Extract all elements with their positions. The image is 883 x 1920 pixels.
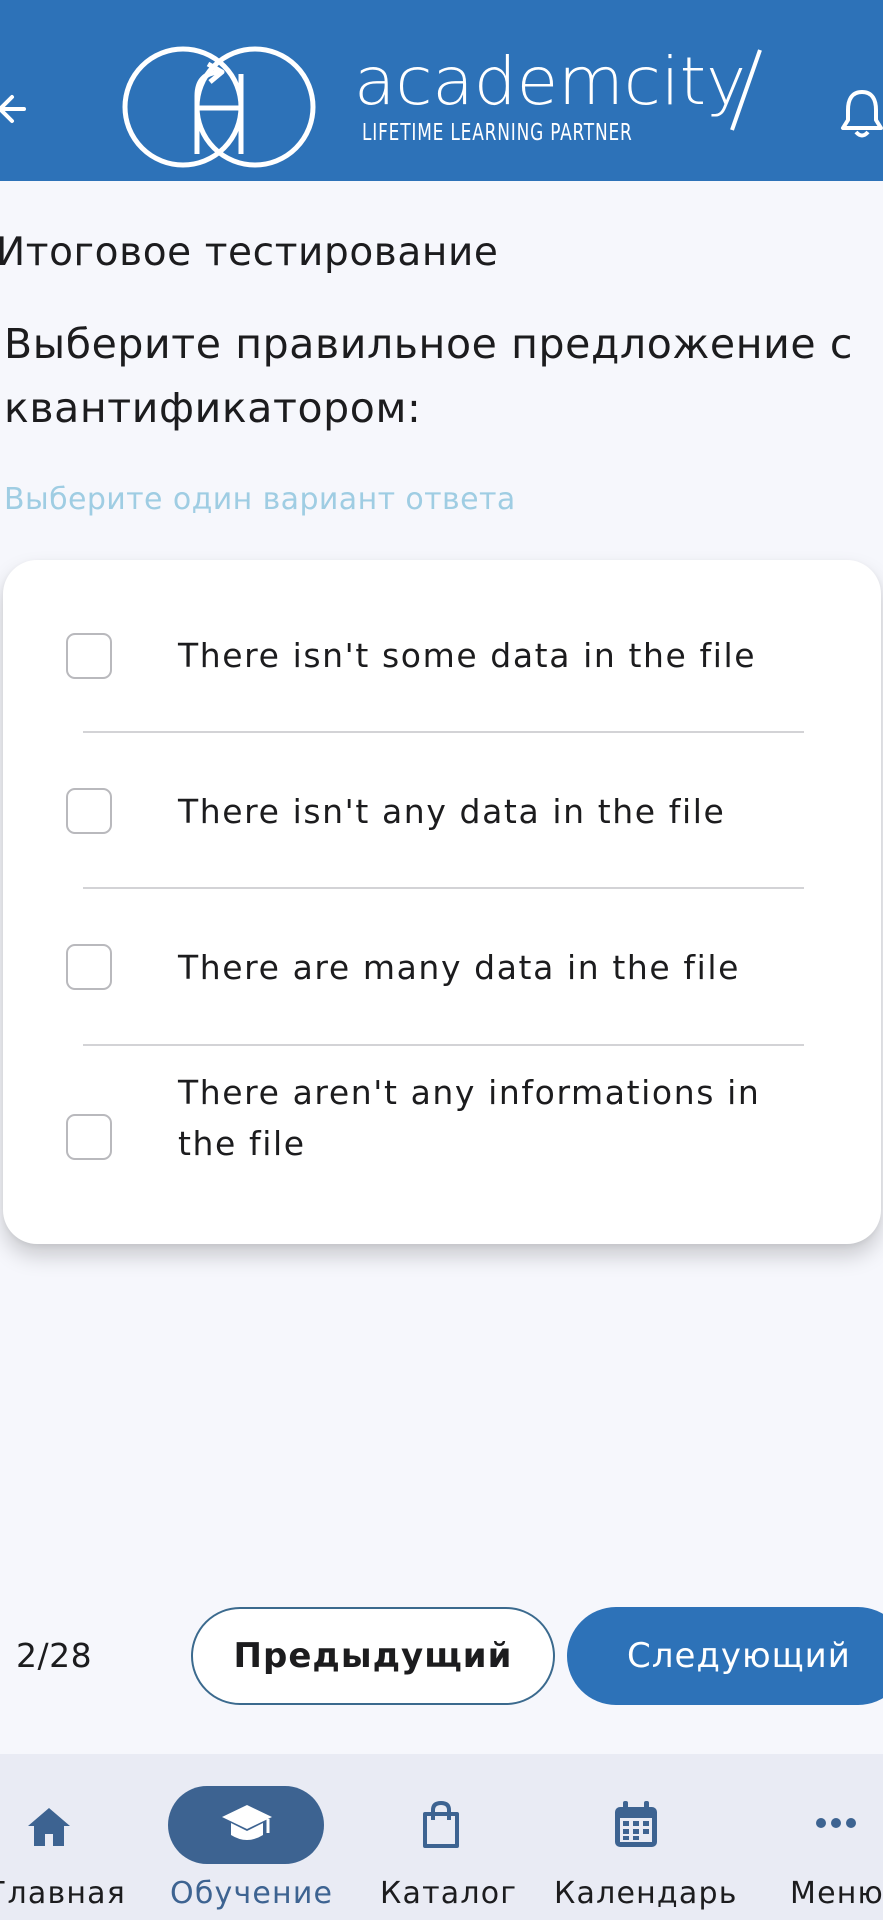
nav-item-home[interactable]: Главная — [0, 1754, 130, 1920]
graduation-cap-icon — [222, 1805, 272, 1840]
answer-option-1[interactable]: There isn't some data in the file — [3, 560, 881, 716]
page-title: Итоговое тестирование — [0, 230, 499, 275]
option-label: There isn't any data in the file — [178, 792, 726, 831]
home-icon — [28, 1808, 70, 1846]
nav-label: Обучение — [170, 1876, 334, 1911]
logo-wordmark: academcity — [354, 43, 762, 131]
nav-item-catalog[interactable]: Каталог — [372, 1754, 516, 1920]
bottom-navigation: Главная Обучение Каталог Календарь Меню — [0, 1754, 883, 1920]
option-label: There are many data in the file — [178, 948, 741, 987]
nav-label: Каталог — [380, 1876, 518, 1911]
back-button[interactable] — [0, 86, 34, 132]
nav-item-menu[interactable]: Меню — [778, 1754, 883, 1920]
answer-options-card: There isn't some data in the file There … — [3, 560, 881, 1244]
nav-label: Календарь — [554, 1876, 738, 1911]
answer-option-2[interactable]: There isn't any data in the file — [3, 732, 881, 888]
academcity-logo-icon — [122, 46, 316, 168]
app-header: academcity LIFETIME LEARNING PARTNER — [0, 0, 883, 181]
checkbox[interactable] — [66, 944, 112, 990]
question-text: Выберите правильное предложение с кванти… — [4, 320, 854, 432]
answer-option-4[interactable]: There aren't any informations in the fil… — [3, 1045, 881, 1235]
bell-icon — [841, 90, 883, 138]
nav-label: Меню — [790, 1876, 883, 1911]
more-dots-icon — [816, 1818, 856, 1828]
checkbox[interactable] — [66, 788, 112, 834]
svg-text:academcity: academcity — [354, 43, 746, 120]
nav-label: Главная — [0, 1876, 126, 1911]
calendar-icon — [615, 1801, 657, 1847]
logo-tagline: LIFETIME LEARNING PARTNER — [362, 120, 633, 146]
checkbox[interactable] — [66, 633, 112, 679]
checkbox[interactable] — [66, 1114, 112, 1160]
answer-option-3[interactable]: There are many data in the file — [3, 888, 881, 1044]
notifications-button[interactable] — [840, 86, 883, 142]
previous-button[interactable]: Предыдущий — [191, 1607, 555, 1705]
option-label: There isn't some data in the file — [178, 636, 757, 675]
arrow-left-icon — [0, 95, 26, 123]
next-button[interactable]: Следующий — [567, 1607, 883, 1705]
answer-hint: Выберите один вариант ответа — [4, 482, 516, 517]
nav-item-calendar[interactable]: Календарь — [550, 1754, 736, 1920]
shopping-bag-icon — [423, 1800, 459, 1848]
question-counter: 2/28 — [16, 1636, 93, 1675]
option-label: There aren't any informations in the fil… — [178, 1073, 761, 1163]
nav-item-learning[interactable]: Обучение — [160, 1754, 334, 1920]
